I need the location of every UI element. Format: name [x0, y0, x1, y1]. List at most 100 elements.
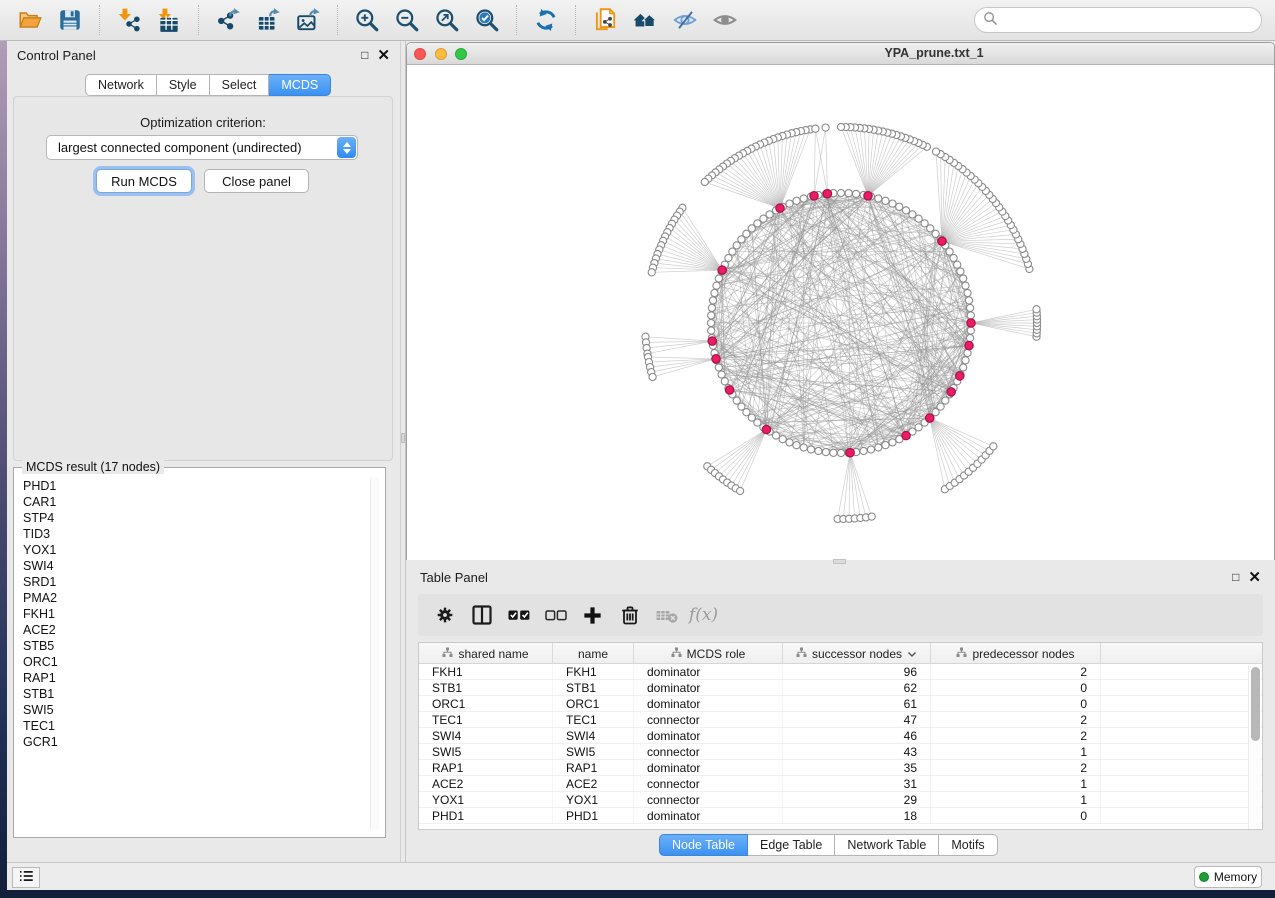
- cell-mcds_role[interactable]: connector: [634, 776, 783, 791]
- save-icon[interactable]: [52, 3, 88, 37]
- eye-slash-icon[interactable]: [667, 3, 703, 37]
- cell-mcds_role[interactable]: dominator: [634, 728, 783, 743]
- cell-successors[interactable]: 96: [783, 664, 931, 679]
- close-panel-icon[interactable]: ✕: [377, 48, 390, 63]
- mcds-result-item[interactable]: SWI5: [14, 702, 366, 718]
- network-node[interactable]: [909, 211, 916, 218]
- search-box[interactable]: [974, 7, 1262, 33]
- eye-icon[interactable]: [707, 3, 743, 37]
- close-window-traffic-light[interactable]: [414, 48, 426, 60]
- cell-name[interactable]: SWI5: [553, 744, 634, 759]
- network-node[interactable]: [967, 335, 974, 342]
- mcds-result-item[interactable]: YOX1: [14, 542, 366, 558]
- network-node[interactable]: [889, 200, 896, 207]
- cell-predecessors[interactable]: 0: [931, 696, 1101, 711]
- trash-icon[interactable]: [611, 597, 648, 633]
- network-hub-node[interactable]: [708, 337, 716, 345]
- cell-mcds_role[interactable]: connector: [634, 792, 783, 807]
- cell-name[interactable]: FKH1: [553, 664, 634, 679]
- export-table-icon[interactable]: [250, 3, 286, 37]
- zoom-in-icon[interactable]: [349, 3, 385, 37]
- network-node[interactable]: [875, 444, 882, 451]
- table-row[interactable]: TEC1TEC1connector472: [419, 712, 1262, 728]
- mcds-result-item[interactable]: STP4: [14, 510, 366, 526]
- cell-name[interactable]: SWI4: [553, 728, 634, 743]
- cell-successors[interactable]: 47: [783, 712, 931, 727]
- column-header-predecessor-nodes[interactable]: predecessor nodes: [931, 643, 1101, 664]
- cell-mcds_role[interactable]: dominator: [634, 760, 783, 775]
- table-row[interactable]: ORC1ORC1dominator610: [419, 696, 1262, 712]
- mcds-result-item[interactable]: RAP1: [14, 670, 366, 686]
- network-node[interactable]: [701, 178, 708, 185]
- cell-predecessors[interactable]: 2: [931, 760, 1101, 775]
- cell-successors[interactable]: 46: [783, 728, 931, 743]
- splitter-grip[interactable]: [401, 433, 405, 443]
- network-node[interactable]: [967, 312, 974, 319]
- network-node[interactable]: [853, 190, 860, 197]
- network-node[interactable]: [707, 319, 714, 326]
- cell-name[interactable]: ORC1: [553, 696, 634, 711]
- mcds-result-item[interactable]: SWI4: [14, 558, 366, 574]
- column-header-MCDS-role[interactable]: MCDS role: [634, 643, 783, 664]
- network-node[interactable]: [902, 207, 909, 214]
- cell-successors[interactable]: 62: [783, 680, 931, 695]
- network-hub-node[interactable]: [938, 237, 946, 245]
- network-node[interactable]: [779, 436, 786, 443]
- cell-predecessors[interactable]: 2: [931, 712, 1101, 727]
- column-header-successor-nodes[interactable]: successor nodes: [783, 643, 931, 664]
- network-graph[interactable]: [407, 65, 1274, 560]
- network-node[interactable]: [822, 449, 829, 456]
- mcds-result-item[interactable]: GCR1: [14, 734, 366, 750]
- cell-name[interactable]: STB1: [553, 680, 634, 695]
- cell-mcds_role[interactable]: connector: [634, 712, 783, 727]
- network-node[interactable]: [837, 189, 844, 196]
- network-node[interactable]: [896, 203, 903, 210]
- add-icon[interactable]: [574, 597, 611, 633]
- cell-successors[interactable]: 29: [783, 792, 931, 807]
- cell-predecessors[interactable]: 0: [931, 680, 1101, 695]
- network-node[interactable]: [868, 513, 875, 520]
- network-node[interactable]: [1033, 306, 1040, 313]
- network-node[interactable]: [721, 378, 728, 385]
- network-node[interactable]: [950, 254, 957, 261]
- cell-successors[interactable]: 61: [783, 696, 931, 711]
- network-hub-node[interactable]: [718, 266, 726, 274]
- network-hub-node[interactable]: [947, 388, 955, 396]
- table-row[interactable]: RAP1RAP1dominator352: [419, 760, 1262, 776]
- network-hub-node[interactable]: [846, 449, 854, 457]
- network-node[interactable]: [786, 200, 793, 207]
- network-node[interactable]: [867, 446, 874, 453]
- cell-shared_name[interactable]: PHD1: [419, 808, 553, 823]
- cell-shared_name[interactable]: TEC1: [419, 712, 553, 727]
- network-node[interactable]: [965, 297, 972, 304]
- cell-name[interactable]: YOX1: [553, 792, 634, 807]
- network-node[interactable]: [954, 261, 961, 268]
- cell-successors[interactable]: 43: [783, 744, 931, 759]
- mcds-result-item[interactable]: TID3: [14, 526, 366, 542]
- network-node[interactable]: [962, 282, 969, 289]
- network-node[interactable]: [882, 197, 889, 204]
- zoom-selected-icon[interactable]: [469, 3, 505, 37]
- network-node[interactable]: [837, 449, 844, 456]
- network-node[interactable]: [957, 268, 964, 275]
- export-image-icon[interactable]: [290, 3, 326, 37]
- network-node[interactable]: [830, 449, 837, 456]
- network-node[interactable]: [990, 443, 997, 450]
- mcds-result-item[interactable]: CAR1: [14, 494, 366, 510]
- deselect-all-checkboxes-icon[interactable]: [537, 597, 574, 633]
- float-panel-icon[interactable]: □: [361, 49, 368, 61]
- network-hub-node[interactable]: [712, 355, 720, 363]
- tab-node-table[interactable]: Node Table: [659, 834, 748, 856]
- mcds-result-item[interactable]: ACE2: [14, 622, 366, 638]
- network-node[interactable]: [815, 447, 822, 454]
- tab-network-table[interactable]: Network Table: [835, 834, 939, 856]
- mcds-result-item[interactable]: TEC1: [14, 718, 366, 734]
- cell-predecessors[interactable]: 1: [931, 792, 1101, 807]
- network-node[interactable]: [725, 254, 732, 261]
- network-hub-node[interactable]: [926, 414, 934, 422]
- function-icon[interactable]: f(x): [685, 597, 722, 633]
- network-node[interactable]: [708, 312, 715, 319]
- mcds-list-scrollbar[interactable]: [370, 478, 379, 830]
- network-node[interactable]: [889, 439, 896, 446]
- network-node[interactable]: [860, 447, 867, 454]
